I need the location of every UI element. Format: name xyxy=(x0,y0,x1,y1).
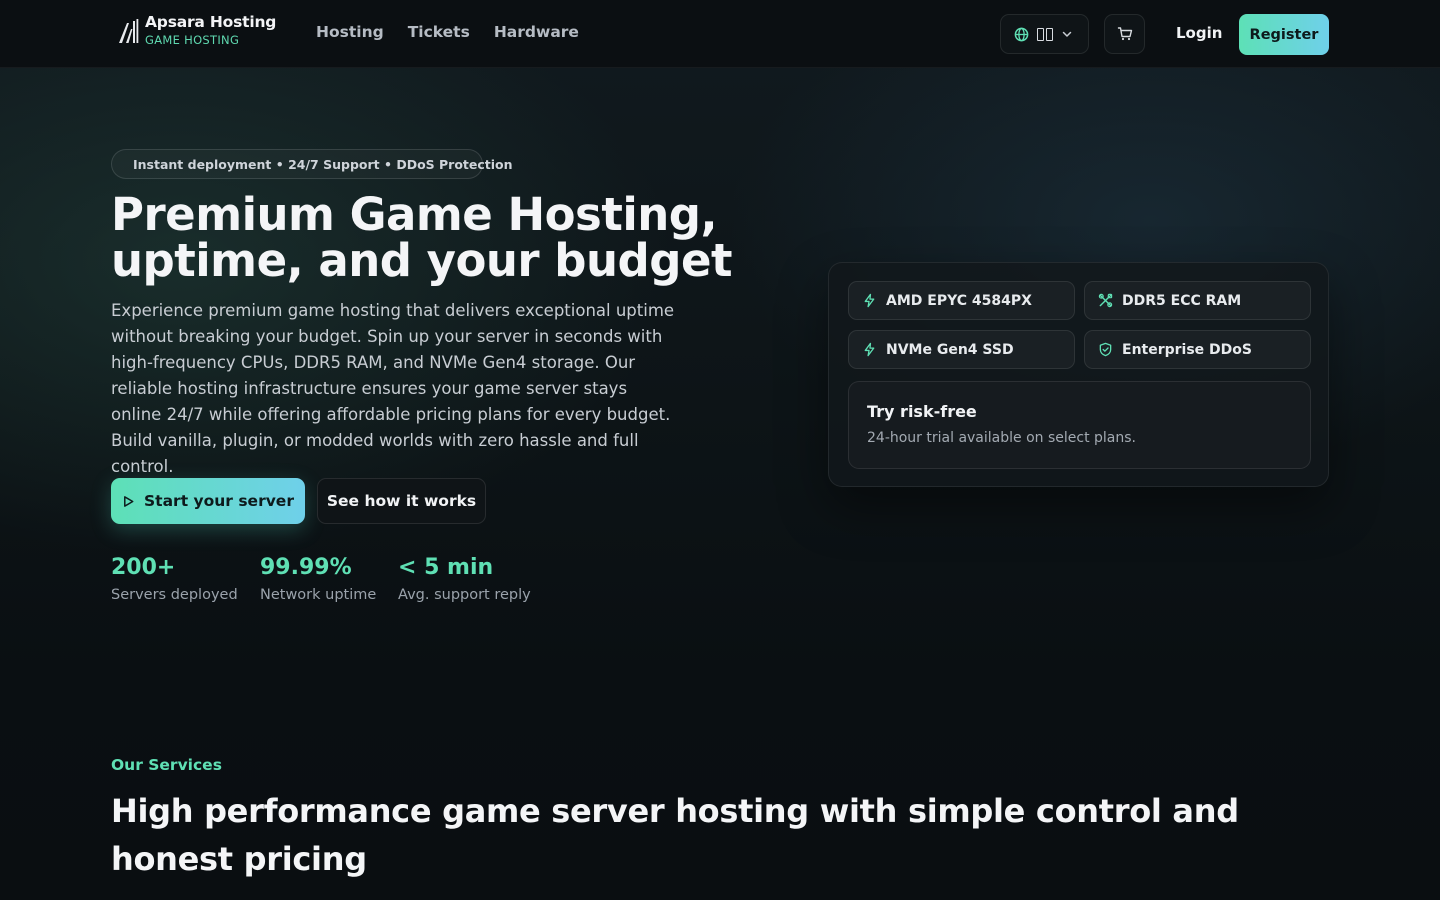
login-link[interactable]: Login xyxy=(1176,24,1222,42)
top-navbar: Apsara Hosting GAME HOSTING Hosting Tick… xyxy=(0,0,1440,68)
register-button[interactable]: Register xyxy=(1239,14,1329,55)
shield-check-icon xyxy=(1099,342,1112,357)
start-server-label: Start your server xyxy=(144,492,294,510)
brand-home-link[interactable]: Apsara Hosting GAME HOSTING xyxy=(117,13,277,47)
services-section-title: High performance game server hosting wit… xyxy=(111,792,1239,878)
stat-value: < 5 min xyxy=(398,555,494,580)
spec-label: DDR5 ECC RAM xyxy=(1122,292,1242,309)
hero-title-line-1: Premium Game Hosting, xyxy=(111,188,718,241)
spec-label: Enterprise DDoS xyxy=(1122,341,1252,358)
trial-text: 24-hour trial available on select plans. xyxy=(867,430,1136,446)
spec-ram: DDR5 ECC RAM xyxy=(1084,281,1311,320)
see-how-it-works-button[interactable]: See how it works xyxy=(317,478,486,524)
brand-name: Apsara Hosting xyxy=(145,13,277,31)
nav-link-hardware[interactable]: Hardware xyxy=(494,23,579,41)
spec-ddos: Enterprise DDoS xyxy=(1084,330,1311,369)
language-flag-icon xyxy=(1037,27,1053,41)
brand-tagline: GAME HOSTING xyxy=(145,32,240,47)
hero-description: Experience premium game hosting that del… xyxy=(111,301,675,476)
stat-support-reply: < 5 min Avg. support reply xyxy=(398,555,531,603)
cart-icon xyxy=(1117,27,1132,41)
spec-storage: NVMe Gen4 SSD xyxy=(848,330,1075,369)
bolt-icon xyxy=(864,293,875,308)
hero-title: Premium Game Hosting, uptime, and your b… xyxy=(111,192,751,284)
apsara-logo-icon xyxy=(119,18,139,43)
spec-cpu: AMD EPYC 4584PX xyxy=(848,281,1075,320)
hero-title-line-2: uptime, and your budget xyxy=(111,234,732,287)
main-nav: Hosting Tickets Hardware xyxy=(316,23,579,41)
start-server-button[interactable]: Start your server xyxy=(111,478,305,524)
spec-label: AMD EPYC 4584PX xyxy=(886,292,1032,309)
trial-title: Try risk-free xyxy=(867,402,977,421)
tools-icon xyxy=(1098,293,1113,308)
stat-value: 200+ xyxy=(111,555,176,580)
stat-servers-deployed: 200+ Servers deployed xyxy=(111,555,238,603)
hardware-spec-card: AMD EPYC 4584PX DDR5 ECC RAM NVMe Gen4 S… xyxy=(828,262,1329,487)
stat-label: Avg. support reply xyxy=(398,587,531,603)
language-selector[interactable] xyxy=(1000,14,1089,54)
stat-label: Servers deployed xyxy=(111,587,238,603)
chevron-down-icon xyxy=(1062,31,1072,37)
stat-label: Network uptime xyxy=(260,587,377,603)
spec-label: NVMe Gen4 SSD xyxy=(886,341,1014,358)
brand-text: Apsara Hosting GAME HOSTING xyxy=(145,13,277,47)
trial-info-box: Try risk-free 24-hour trial available on… xyxy=(848,381,1311,469)
cart-button[interactable] xyxy=(1104,14,1145,54)
bolt-icon xyxy=(864,342,875,357)
hero-feature-badge: Instant deployment • 24/7 Support • DDoS… xyxy=(111,149,513,179)
nav-link-tickets[interactable]: Tickets xyxy=(408,23,470,41)
globe-icon xyxy=(1014,27,1029,41)
stat-value: 99.99% xyxy=(260,555,352,580)
play-icon xyxy=(124,495,134,507)
page: Apsara Hosting GAME HOSTING Hosting Tick… xyxy=(0,0,1440,900)
nav-link-hosting[interactable]: Hosting xyxy=(316,23,384,41)
hero-badge-text: Instant deployment • 24/7 Support • DDoS… xyxy=(133,156,513,172)
services-section-label: Our Services xyxy=(111,756,222,774)
stat-network-uptime: 99.99% Network uptime xyxy=(260,555,376,603)
